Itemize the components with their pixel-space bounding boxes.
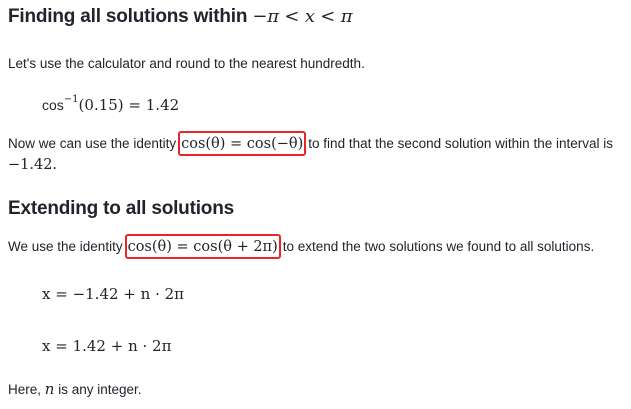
equation-inverse-sup: −1 (63, 94, 79, 105)
identity-paragraph: Now we can use the identity cos(θ) = cos(… (8, 131, 613, 156)
equation-general-positive: x = 1.42 + n · 2π (42, 337, 172, 355)
equation-arccos: cos−1(0.15) = 1.42 (42, 94, 180, 115)
heading-text: Finding all solutions within (8, 6, 248, 27)
identity-intro-text: Now we can use the identity (8, 136, 177, 151)
closing-before: Here, (8, 382, 42, 397)
periodic-after-text: to extend the two solutions we found to … (282, 239, 595, 254)
closing-text: Here, n is any integer. (8, 380, 142, 398)
intro-text: Let's use the calculator and round to th… (8, 56, 365, 71)
equation-general-negative: x = −1.42 + n · 2π (42, 285, 185, 303)
identity-even-highlight: cos(θ) = cos(−θ) (178, 131, 307, 156)
heading-extending: Extending to all solutions (8, 198, 234, 219)
closing-after: is any integer. (58, 382, 142, 397)
closing-variable: n (44, 380, 55, 398)
equation-cos: cos (42, 97, 64, 113)
heading-interval-math: −π < x < π (252, 6, 353, 27)
equation-arg: (0.15) = 1.42 (78, 96, 180, 114)
periodic-intro-text: We use the identity (8, 239, 123, 254)
periodic-identity-paragraph: We use the identity cos(θ) = cos(θ + 2π) t… (8, 234, 594, 259)
identity-after-text: to find that the second solution within … (308, 136, 613, 151)
identity-periodic-highlight: cos(θ) = cos(θ + 2π) (124, 234, 281, 259)
heading-finding-solutions: Finding all solutions within −π < x < π (8, 6, 353, 28)
second-solution-value: −1.42. (8, 157, 58, 173)
